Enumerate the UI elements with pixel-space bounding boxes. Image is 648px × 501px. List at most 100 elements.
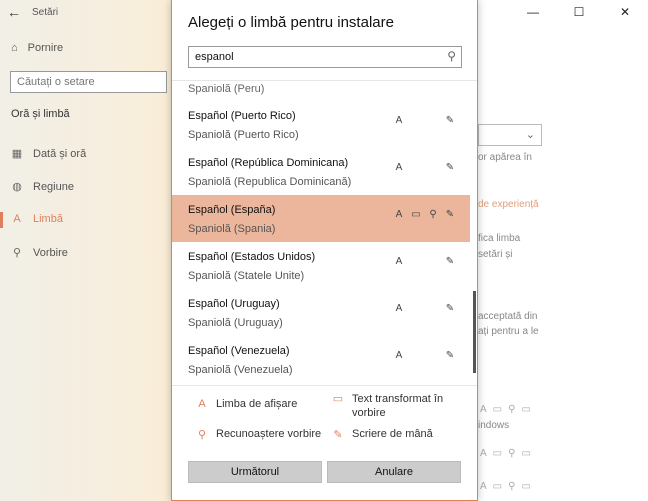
tts-icon: ▭ (332, 393, 344, 405)
sidebar-item-label: Regiune (33, 180, 74, 193)
handwriting-icon: ✎ (445, 256, 455, 267)
globe-icon: ◍ (12, 181, 22, 193)
language-item[interactable]: Español (Puerto Rico) Spaniolă (Puerto R… (172, 101, 470, 148)
dialog-title: Alegeți o limbă pentru instalare (188, 14, 394, 31)
display-language-icon: A (395, 303, 403, 314)
legend-label: Limba de afișare (216, 398, 298, 410)
language-icon: A (13, 213, 21, 225)
handwriting-icon: ▭ (521, 448, 531, 459)
sidebar-item-home[interactable]: ⌂ Pornire (11, 42, 63, 54)
bg-feature-icons: A ▭ ⚲ ▭ (480, 481, 531, 492)
legend-label: Recunoaștere vorbire (216, 428, 322, 440)
display-language-icon: A (480, 481, 487, 492)
language-name: Español (Estados Unidos) (188, 251, 316, 263)
list-scrollbar[interactable] (473, 291, 476, 373)
feature-icons: A ✎ (393, 303, 456, 315)
language-name: Español (República Dominicana) (188, 157, 349, 169)
chevron-down-icon: ⌄ (525, 129, 535, 141)
settings-search-input[interactable]: Căutați o setare (10, 71, 167, 93)
microphone-icon: ⚲ (12, 247, 22, 259)
language-local-name: Spaniolă (Uruguay) (188, 317, 283, 329)
bg-text: setări și (478, 249, 513, 260)
next-button[interactable]: Următorul (188, 461, 322, 483)
handwriting-icon: ▭ (521, 404, 531, 415)
display-language-icon: A (480, 404, 487, 415)
language-local-name: Spaniolă (Republica Dominicană) (188, 176, 352, 188)
sidebar-item-region[interactable]: ◍ Regiune (11, 180, 74, 194)
handwriting-icon: ✎ (445, 209, 455, 220)
feature-legend: A Limba de afișare ▭ Text transformat în… (172, 390, 477, 450)
legend-display: A Limba de afișare (196, 398, 297, 410)
display-language-icon: A (395, 256, 403, 267)
sidebar-item-language[interactable]: A Limbă (11, 213, 63, 225)
handwriting-icon: ✎ (445, 162, 455, 173)
list-item-partial[interactable]: Spaniolă (Peru) (188, 83, 264, 95)
home-icon: ⌂ (11, 42, 18, 54)
language-item[interactable]: Español (Venezuela) Spaniolă (Venezuela)… (172, 336, 470, 383)
language-name: Español (España) (188, 204, 276, 216)
section-heading: Oră și limbă (11, 108, 70, 120)
tts-icon: ▭ (492, 448, 503, 459)
legend-handwriting: ✎ Scriere de mână (332, 428, 433, 441)
language-item[interactable]: Español (Estados Unidos) Spaniolă (State… (172, 242, 470, 289)
handwriting-icon: ✎ (445, 115, 455, 126)
language-name: Español (Uruguay) (188, 298, 280, 310)
close-icon[interactable]: ✕ (602, 0, 648, 24)
display-language-icon: A (395, 162, 403, 173)
sidebar-item-speech[interactable]: ⚲ Vorbire (11, 246, 68, 260)
handwriting-icon: ✎ (445, 350, 455, 361)
choose-language-dialog: Alegeți o limbă pentru instalare espanol… (171, 0, 478, 501)
speech-icon: ⚲ (508, 404, 516, 415)
legend-speech: ⚲ Recunoaștere vorbire (196, 428, 321, 441)
calendar-icon: ▦ (11, 148, 23, 160)
sidebar-item-label: Limbă (33, 213, 63, 225)
legend-tts: ▭ Text transformat în vorbire (332, 392, 443, 420)
speech-icon: ⚲ (508, 481, 516, 492)
active-indicator (0, 212, 3, 228)
settings-sidebar: ← Setări ⌂ Pornire Căutați o setare Oră … (0, 0, 171, 501)
background-dropdown[interactable]: ⌄ (478, 124, 542, 146)
tts-icon: ▭ (492, 404, 503, 415)
home-label: Pornire (27, 42, 64, 54)
back-arrow-icon[interactable]: ← (0, 4, 28, 20)
bg-link[interactable]: de experiență (478, 199, 539, 210)
feature-icons: A ▭ ⚲ ✎ (393, 209, 456, 221)
language-item-selected[interactable]: Español (España) Spaniolă (Spania) A ▭ ⚲ ✎ (172, 195, 470, 242)
bg-text: ați pentru a le (478, 326, 539, 337)
feature-icons: A ✎ (393, 162, 456, 174)
handwriting-icon: ▭ (521, 481, 531, 492)
bg-feature-icons: A ▭ ⚲ ▭ (480, 448, 531, 459)
speech-icon: ⚲ (197, 429, 207, 441)
bg-feature-icons: A ▭ ⚲ ▭ (480, 404, 531, 415)
handwriting-icon: ✎ (333, 429, 343, 441)
language-item[interactable]: Español (Uruguay) Spaniolă (Uruguay) A ✎ (172, 289, 470, 336)
search-icon[interactable]: ⚲ (447, 49, 456, 63)
display-language-icon: A (395, 115, 403, 126)
settings-titlebar: ← Setări (0, 0, 171, 24)
bg-text: indows (478, 420, 510, 431)
tts-icon: ▭ (411, 209, 421, 220)
sidebar-item-label: Vorbire (33, 246, 68, 259)
legend-label: Scriere de mână (352, 428, 433, 440)
language-local-name: Spaniolă (Puerto Rico) (188, 129, 299, 141)
language-local-name: Spaniolă (Statele Unite) (188, 270, 305, 282)
bg-text: or apărea în (478, 152, 532, 163)
feature-icons: A ✎ (393, 115, 456, 127)
feature-icons: A ✎ (393, 256, 456, 268)
cancel-button[interactable]: Anulare (327, 461, 461, 483)
app-title: Setări (32, 6, 59, 18)
language-name: Español (Venezuela) (188, 345, 290, 357)
display-language-icon: A (198, 398, 206, 410)
language-search-input[interactable]: espanol ⚲ (188, 46, 462, 68)
sidebar-item-date-time[interactable]: ▦ Dată și oră (11, 147, 87, 161)
language-local-name: Spaniolă (Spania) (188, 223, 276, 235)
sidebar-item-label: Dată și oră (33, 147, 87, 160)
maximize-icon[interactable]: ☐ (556, 0, 602, 24)
minimize-icon[interactable]: — (510, 0, 556, 24)
speech-icon: ⚲ (508, 448, 516, 459)
feature-icons: A ✎ (393, 350, 456, 362)
search-value: espanol (195, 51, 234, 63)
language-item[interactable]: Español (República Dominicana) Spaniolă … (172, 148, 470, 195)
legend-label: Text transformat în (352, 393, 444, 405)
language-list[interactable]: Spaniolă (Peru) Español (Puerto Rico) Sp… (172, 80, 477, 386)
